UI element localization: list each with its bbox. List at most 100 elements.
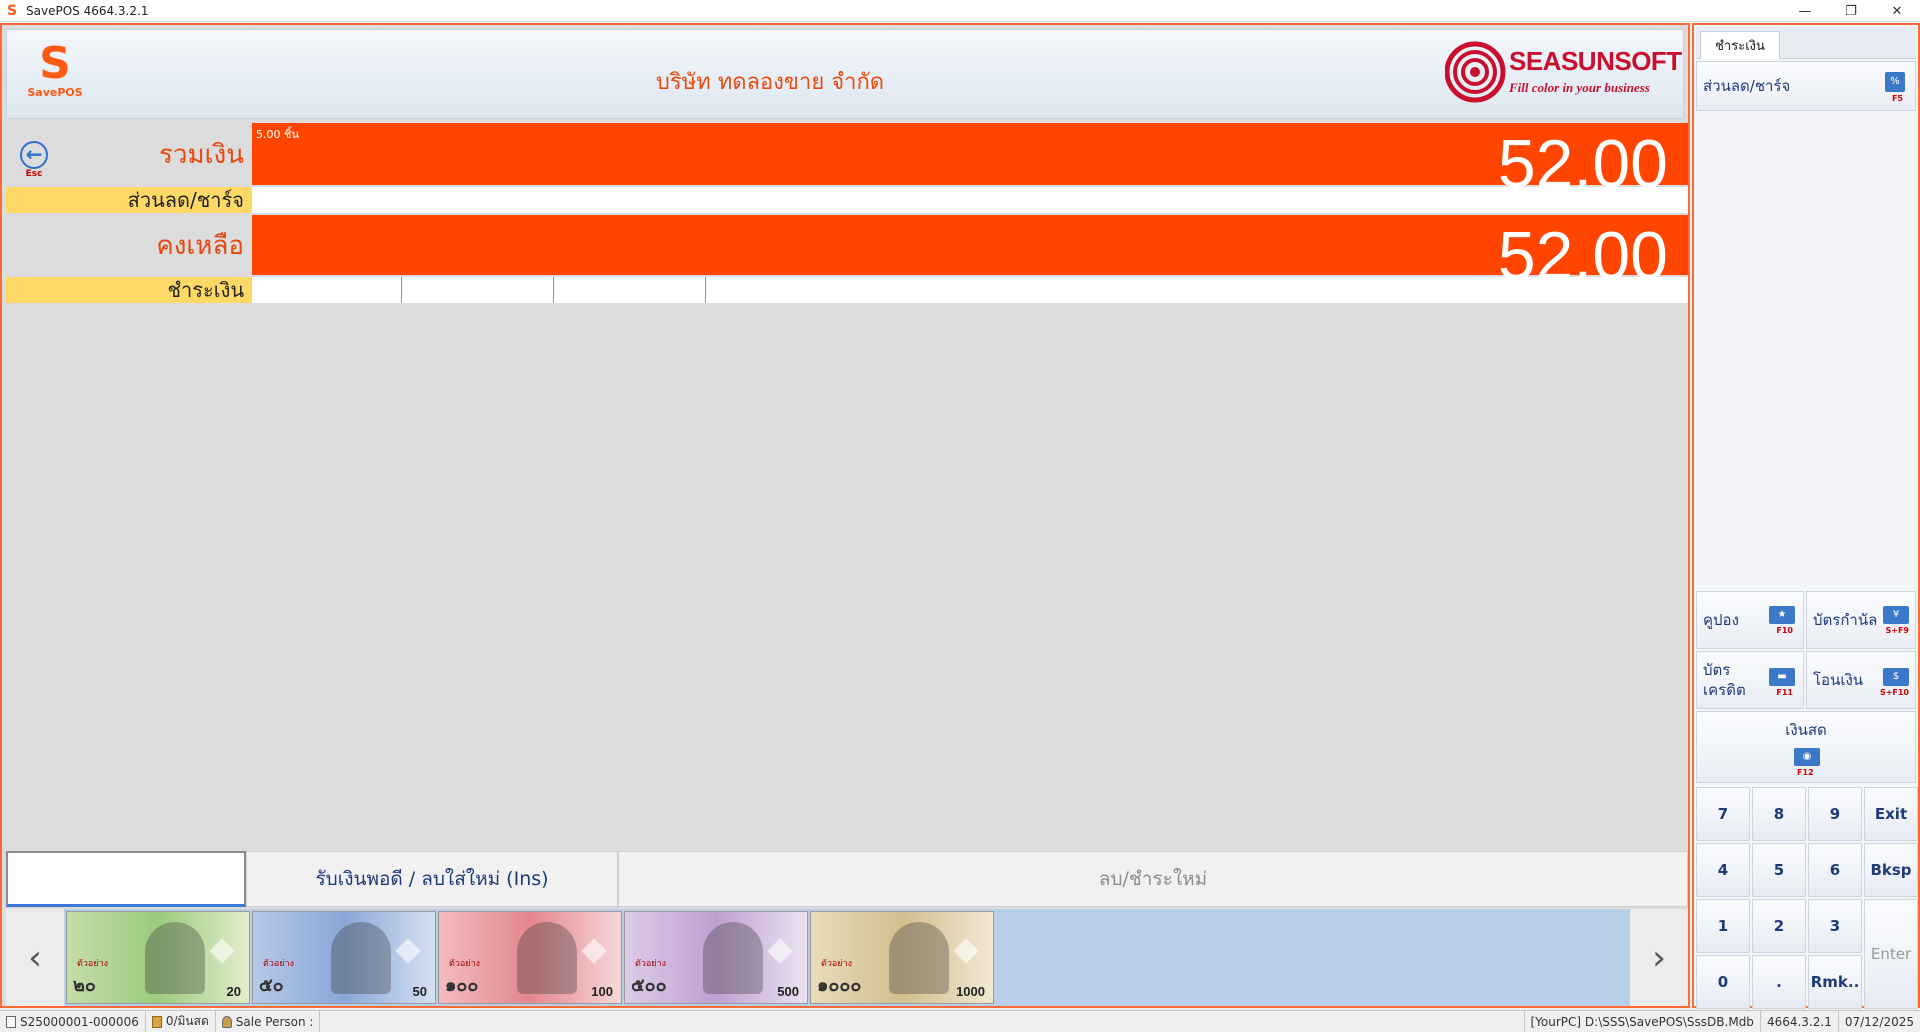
salesperson-text: Sale Person : — [235, 1014, 314, 1029]
status-salesperson: Sale Person : — [216, 1010, 321, 1032]
sample-label: ตัวอย่าง — [77, 959, 109, 969]
credit-card-label-line1: บัตร — [1703, 661, 1731, 679]
chevron-left-icon[interactable]: ‹ — [6, 909, 64, 1006]
coupon-button[interactable]: คูปอง ★ F10 — [1696, 591, 1804, 649]
banknote-20[interactable]: ตัวอย่าง ๒๐ 20 — [66, 911, 250, 1004]
emblem-icon — [395, 938, 421, 964]
back-arrow-icon: ← — [20, 141, 48, 169]
brand-slogan: Fill color in your business — [1509, 80, 1650, 95]
portrait-icon — [331, 922, 391, 994]
sample-label: ตัวอย่าง — [821, 959, 853, 969]
shortcut-key: F10 — [1776, 626, 1793, 635]
discount-value-cell — [252, 187, 1688, 213]
entry-row: รับเงินพอดี / ลบใส่ใหม่ (Ins) ลบ/ชำระใหม… — [6, 851, 1688, 907]
payment-main-panel: S SavePOS บริษัท ทดลองขาย จำกัด SEASUNSO… — [0, 23, 1690, 1008]
status-bar: S25000001-000006 0/มินสด Sale Person : [… — [0, 1010, 1920, 1032]
brand-name: SEASUNSOFT — [1509, 46, 1682, 76]
member-text: 0/มินสด — [165, 1014, 209, 1028]
remain-label: คงเหลือ — [156, 230, 244, 261]
numpad-3[interactable]: 3 — [1808, 899, 1862, 953]
status-document: S25000001-000006 — [0, 1010, 146, 1032]
cash-label: เงินสด — [1785, 721, 1827, 739]
date-text: 07/12/2025 — [1837, 1010, 1920, 1032]
transfer-icon: $ — [1883, 668, 1909, 686]
emblem-icon — [209, 938, 235, 964]
document-icon — [6, 1015, 16, 1028]
cash-button[interactable]: เงินสด ◉ F12 — [1696, 711, 1916, 783]
numpad-7[interactable]: 7 — [1696, 787, 1750, 841]
chevron-right-icon[interactable]: › — [1630, 909, 1688, 1006]
app-icon: S — [6, 2, 18, 19]
numpad-dot[interactable]: . — [1752, 955, 1806, 1009]
discount-label: ส่วนลด/ชาร์จ — [127, 188, 244, 212]
remain-label-cell: คงเหลือ — [6, 215, 252, 275]
numpad-9[interactable]: 9 — [1808, 787, 1862, 841]
minimize-button[interactable]: — — [1782, 0, 1828, 22]
esc-back-button[interactable]: ← Esc — [16, 141, 52, 179]
shortcut-key: S+F9 — [1885, 626, 1910, 635]
bill-value: 100 — [591, 984, 613, 999]
exact-amount-button[interactable]: รับเงินพอดี / ลบใส่ใหม่ (Ins) — [246, 851, 618, 907]
bill-thai-numeral: ๑๐๐๐ — [817, 975, 862, 995]
title-bar: S SavePOS 4664.3.2.1 — ❐ ✕ — [0, 0, 1920, 22]
total-label: รวมเงิน — [158, 139, 244, 170]
credit-card-label-line2: เครดิต — [1703, 681, 1746, 699]
status-right: [YourPC] D:\SSS\SavePOS\SssDB.Mdb 4664.3… — [1523, 1010, 1920, 1032]
payment-entries — [252, 277, 1688, 303]
discount-charge-label: ส่วนลด/ชาร์จ — [1703, 77, 1791, 95]
payment-label: ชำระเงิน — [167, 278, 244, 302]
close-button[interactable]: ✕ — [1874, 0, 1920, 22]
banknote-50[interactable]: ตัวอย่าง ๕๐ 50 — [252, 911, 436, 1004]
person-icon — [221, 1015, 232, 1028]
status-member: 0/มินสด — [146, 1010, 216, 1032]
gift-voucher-button[interactable]: บัตรกำนัล ¥ S+F9 — [1806, 591, 1916, 649]
remark-button[interactable]: Rmk.. — [1808, 955, 1862, 1009]
seasunsoft-logo: SEASUNSOFT Fill color in your business — [1445, 38, 1682, 112]
clear-payment-button[interactable]: ลบ/ชำระใหม่ — [618, 851, 1688, 907]
numpad-8[interactable]: 8 — [1752, 787, 1806, 841]
numpad-1[interactable]: 1 — [1696, 899, 1750, 953]
exit-button[interactable]: Exit — [1864, 787, 1918, 841]
payment-cell — [554, 277, 706, 303]
discount-label-cell: ส่วนลด/ชาร์จ — [6, 187, 252, 213]
tab-payment[interactable]: ชำระเงิน — [1700, 31, 1780, 59]
window-title: SavePOS 4664.3.2.1 — [26, 3, 149, 18]
discount-charge-button[interactable]: ส่วนลด/ชาร์จ % F5 — [1696, 61, 1916, 111]
numpad-2[interactable]: 2 — [1752, 899, 1806, 953]
emblem-icon — [953, 938, 979, 964]
backspace-button[interactable]: Bksp — [1864, 843, 1918, 897]
enter-button[interactable]: Enter — [1864, 899, 1918, 1009]
shortcut-key: F11 — [1776, 688, 1793, 697]
transfer-label: โอนเงิน — [1813, 671, 1864, 689]
voucher-icon: ¥ — [1883, 606, 1909, 624]
bill-value: 1000 — [956, 984, 985, 999]
transfer-button[interactable]: โอนเงิน $ S+F10 — [1806, 651, 1916, 709]
banknote-100[interactable]: ตัวอย่าง ๑๐๐ 100 — [438, 911, 622, 1004]
portrait-icon — [145, 922, 205, 994]
payment-cell — [252, 277, 402, 303]
cash-icon: ◉ — [1794, 748, 1820, 766]
tab-strip: ชำระเงิน — [1696, 27, 1916, 59]
shortcut-key: F5 — [1891, 94, 1903, 103]
payment-methods-panel: ชำระเงิน ส่วนลด/ชาร์จ % F5 คูปอง ★ F10 บ… — [1692, 23, 1920, 1009]
sample-label: ตัวอย่าง — [635, 959, 667, 969]
coupon-label: คูปอง — [1703, 611, 1739, 629]
credit-card-button[interactable]: บัตร เครดิต ▬ F11 — [1696, 651, 1804, 709]
coupon-icon: ★ — [1769, 606, 1795, 624]
percent-icon: % — [1885, 72, 1905, 92]
bill-thai-numeral: ๒๐ — [73, 975, 96, 995]
emblem-icon — [581, 938, 607, 964]
amount-input[interactable] — [6, 851, 246, 907]
banknote-500[interactable]: ตัวอย่าง ๕๐๐ 500 — [624, 911, 808, 1004]
banknote-1000[interactable]: ตัวอย่าง ๑๐๐๐ 1000 — [810, 911, 994, 1004]
payment-cell — [706, 277, 1688, 303]
total-value-cell: 5.00 ชิ้น 52.00 — [252, 123, 1688, 202]
numpad-5[interactable]: 5 — [1752, 843, 1806, 897]
numpad-0[interactable]: 0 — [1696, 955, 1750, 1009]
numpad-4[interactable]: 4 — [1696, 843, 1750, 897]
numpad-6[interactable]: 6 — [1808, 843, 1862, 897]
sample-label: ตัวอย่าง — [449, 959, 481, 969]
restore-button[interactable]: ❐ — [1828, 0, 1874, 22]
bill-value: 500 — [777, 984, 799, 999]
portrait-icon — [703, 922, 763, 994]
